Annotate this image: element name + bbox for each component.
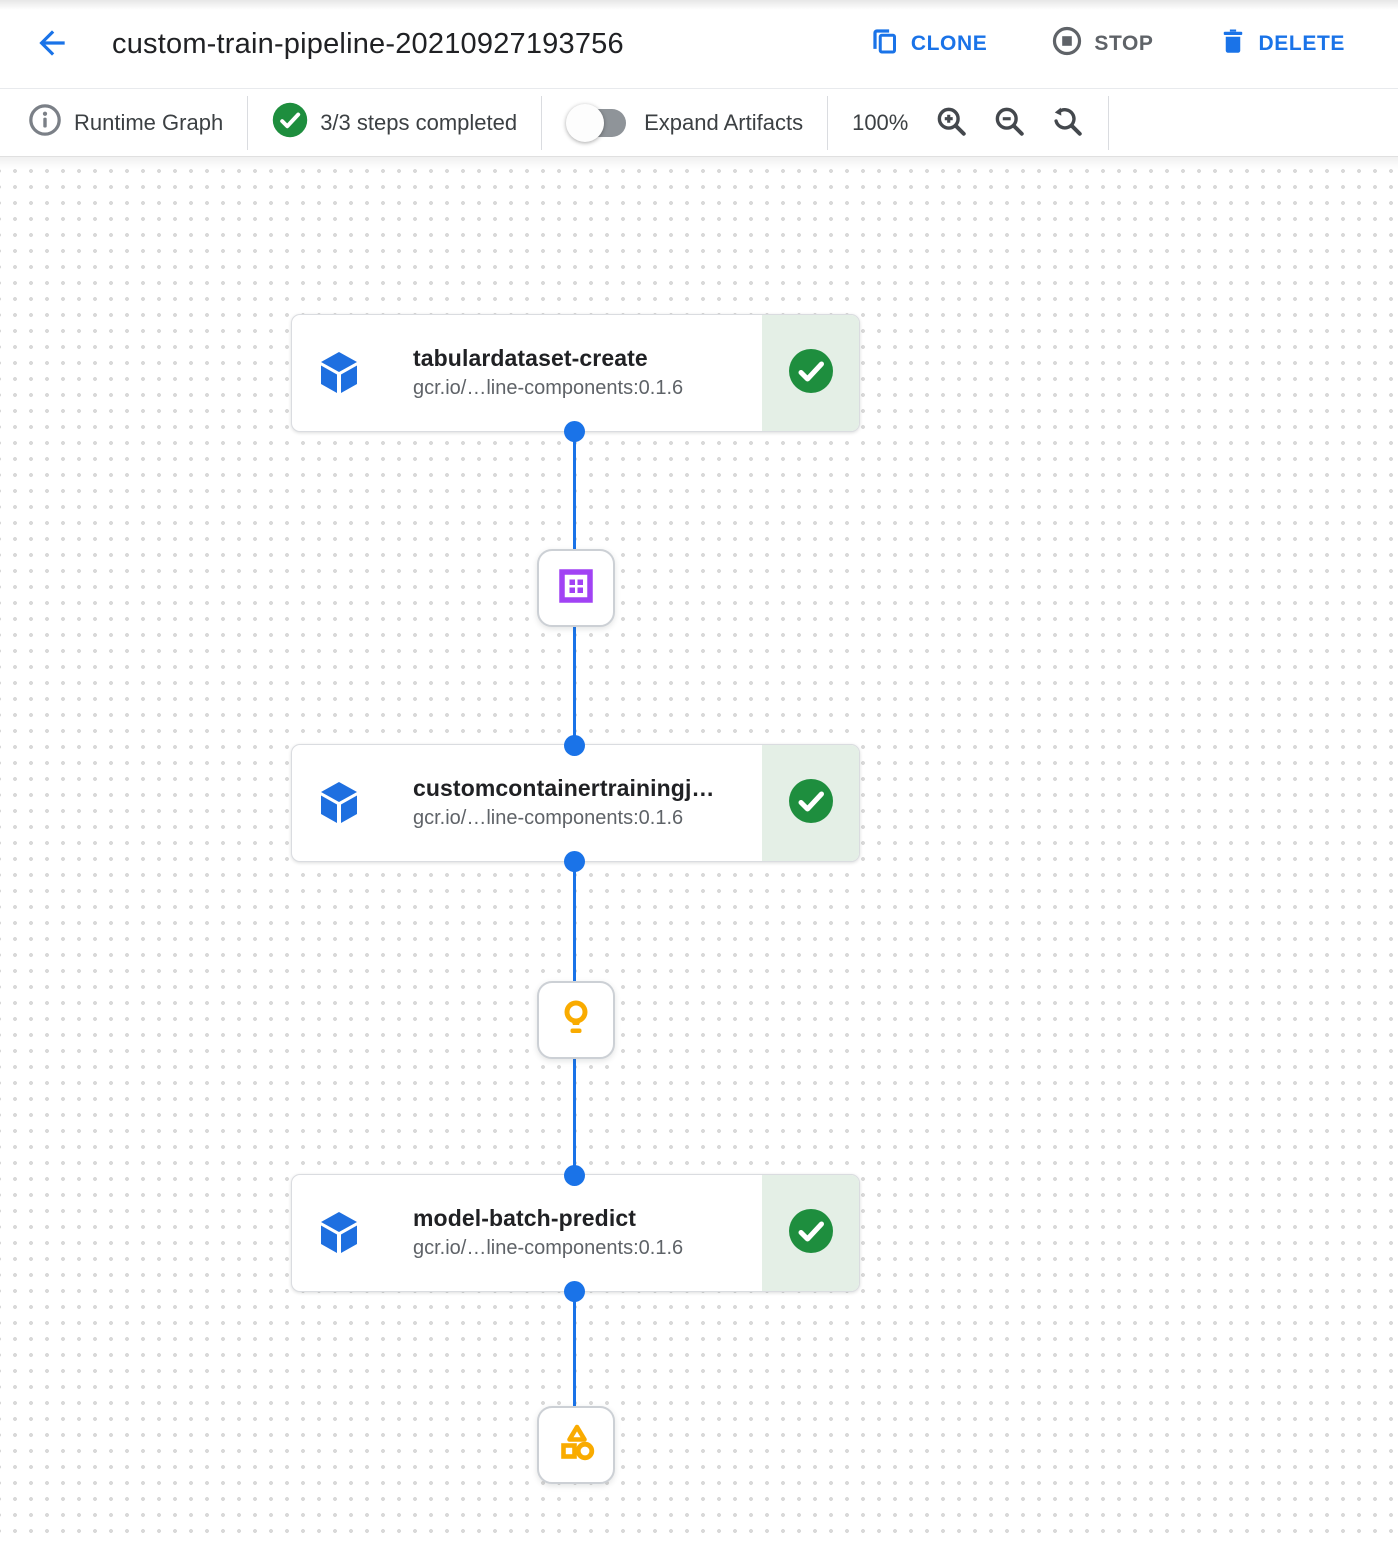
step-node-tabulardataset-create[interactable]: tabulardataset-create gcr.io/…line-compo…: [291, 314, 860, 432]
info-circle-icon[interactable]: [28, 103, 62, 142]
stop-circle-icon: [1051, 25, 1083, 63]
component-cube-icon: [317, 780, 361, 826]
delete-button[interactable]: DELETE: [1218, 26, 1345, 62]
stop-button[interactable]: STOP: [1051, 25, 1153, 63]
clone-label: CLONE: [911, 32, 988, 56]
edge-dot: [564, 1165, 585, 1186]
step-title: model-batch-predict: [413, 1205, 683, 1232]
zoom-out-icon: [992, 104, 1026, 141]
step-status-badge: [762, 745, 859, 861]
zoom-level: 100%: [852, 110, 908, 136]
toggle-knob: [566, 104, 604, 142]
artifact-node-dataset[interactable]: [537, 549, 615, 627]
arrow-back-icon: [33, 24, 71, 65]
step-title: customcontainertrainingj…: [413, 775, 715, 802]
zoom-reset-button[interactable]: [1050, 104, 1084, 141]
zoom-out-button[interactable]: [992, 104, 1026, 141]
header: custom-train-pipeline-20210927193756 CLO…: [0, 0, 1398, 89]
dataset-table-icon: [556, 566, 596, 611]
artifact-node-model[interactable]: [537, 981, 615, 1059]
toolbar-divider: [1108, 96, 1109, 150]
delete-label: DELETE: [1259, 32, 1345, 56]
step-title: tabulardataset-create: [413, 345, 683, 372]
steps-status-section: 3/3 steps completed: [272, 102, 517, 143]
view-section: Runtime Graph: [28, 103, 223, 142]
check-circle-icon: [272, 102, 308, 143]
zoom-in-icon: [934, 104, 968, 141]
view-label: Runtime Graph: [74, 110, 223, 136]
component-cube-icon: [317, 350, 361, 396]
toolbar-divider: [827, 96, 828, 150]
zoom-in-button[interactable]: [934, 104, 968, 141]
graph-toolbar: Runtime Graph 3/3 steps completed Expand…: [0, 89, 1398, 157]
step-status-badge: [762, 1175, 859, 1291]
generic-artifact-shapes-icon: [555, 1423, 597, 1468]
model-lightbulb-icon: [556, 998, 596, 1043]
component-cube-icon: [317, 1210, 361, 1256]
artifact-node-generic[interactable]: [537, 1406, 615, 1484]
back-button[interactable]: [30, 22, 74, 66]
pipeline-run-page: custom-train-pipeline-20210927193756 CLO…: [0, 0, 1398, 1544]
edge-dot: [564, 851, 585, 872]
step-image: gcr.io/…line-components:0.1.6: [413, 1237, 683, 1260]
edge-dot: [564, 735, 585, 756]
canvas-top-shadow: [0, 157, 1398, 169]
step-image: gcr.io/…line-components:0.1.6: [413, 807, 715, 830]
step-status-badge: [762, 315, 859, 431]
header-actions: CLONE STOP: [870, 25, 1345, 63]
edge-dot: [564, 421, 585, 442]
edge-step3-artifact3: [573, 1287, 576, 1411]
check-circle-icon: [788, 348, 834, 399]
clone-icon: [870, 26, 900, 62]
zoom-section: 100%: [852, 104, 1084, 141]
edge-dot: [564, 1281, 585, 1302]
toolbar-divider: [247, 96, 248, 150]
expand-artifacts-section: Expand Artifacts: [566, 104, 803, 142]
expand-artifacts-label: Expand Artifacts: [644, 110, 803, 136]
clone-button[interactable]: CLONE: [870, 26, 988, 62]
steps-completed-label: 3/3 steps completed: [320, 110, 517, 136]
check-circle-icon: [788, 1208, 834, 1259]
zoom-reset-icon: [1050, 104, 1084, 141]
step-node-model-batch-predict[interactable]: model-batch-predict gcr.io/…line-compone…: [291, 1174, 860, 1292]
pipeline-graph-canvas[interactable]: tabulardataset-create gcr.io/…line-compo…: [0, 157, 1398, 1544]
expand-artifacts-toggle[interactable]: [566, 104, 626, 142]
step-node-customcontainertrainingjob[interactable]: customcontainertrainingj… gcr.io/…line-c…: [291, 744, 860, 862]
stop-label: STOP: [1094, 32, 1153, 56]
step-image: gcr.io/…line-components:0.1.6: [413, 377, 683, 400]
check-circle-icon: [788, 778, 834, 829]
toolbar-divider: [541, 96, 542, 150]
trash-icon: [1218, 26, 1248, 62]
page-title: custom-train-pipeline-20210927193756: [112, 28, 624, 61]
